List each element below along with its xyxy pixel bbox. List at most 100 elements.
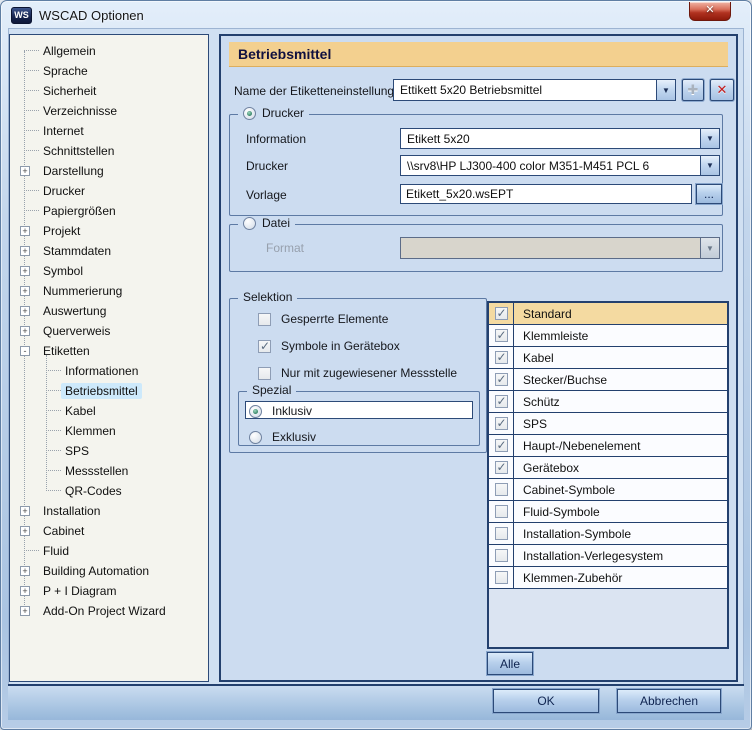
tree-expand-icon[interactable]: + <box>20 326 30 336</box>
add-setting-button[interactable]: ✚ <box>682 79 704 101</box>
spezial-radio-row[interactable]: Inklusiv <box>249 404 367 418</box>
tree-item[interactable]: + Cabinet <box>10 521 208 541</box>
row-checkbox[interactable] <box>494 438 508 452</box>
titlebar[interactable]: WS WSCAD Optionen <box>1 1 751 29</box>
cancel-button[interactable]: Abbrechen <box>617 689 721 713</box>
tree-expand-icon[interactable] <box>42 426 61 436</box>
tree-item[interactable]: Messstellen <box>10 461 208 481</box>
tree-item[interactable]: + Building Automation <box>10 561 208 581</box>
chevron-down-icon[interactable]: ▼ <box>700 129 719 148</box>
tree-item[interactable]: Papiergrößen <box>10 201 208 221</box>
checkbox[interactable] <box>258 312 271 326</box>
chevron-down-icon[interactable]: ▼ <box>656 80 675 100</box>
tree-item[interactable]: + Symbol <box>10 261 208 281</box>
list-item[interactable]: Klemmen-Zubehör <box>489 567 727 589</box>
tree-expand-icon[interactable]: + <box>20 306 30 316</box>
row-checkbox[interactable] <box>494 505 508 518</box>
radio-button[interactable] <box>249 430 262 444</box>
tree-expand-icon[interactable] <box>42 366 61 376</box>
tree-item[interactable]: Verzeichnisse <box>10 101 208 121</box>
tree-item[interactable]: Informationen <box>10 361 208 381</box>
list-item[interactable]: Haupt-/Nebenelement <box>489 435 727 457</box>
row-checkbox[interactable] <box>494 460 508 474</box>
tree-item[interactable]: QR-Codes <box>10 481 208 501</box>
tree-expand-icon[interactable] <box>42 386 61 396</box>
close-button[interactable]: ✕ <box>689 2 731 21</box>
row-checkbox[interactable] <box>494 306 508 320</box>
tree-item[interactable]: Fluid <box>10 541 208 561</box>
checkbox[interactable] <box>258 339 271 353</box>
tree-item[interactable]: Klemmen <box>10 421 208 441</box>
list-item[interactable]: Stecker/Buchse <box>489 369 727 391</box>
list-item[interactable]: Fluid-Symbole <box>489 501 727 523</box>
tree-expand-icon[interactable]: + <box>20 566 30 576</box>
tree-expand-icon[interactable] <box>20 546 39 556</box>
list-item[interactable]: Installation-Symbole <box>489 523 727 545</box>
row-checkbox[interactable] <box>494 350 508 364</box>
tree-expand-icon[interactable]: + <box>20 266 30 276</box>
chevron-down-icon[interactable]: ▼ <box>700 156 719 175</box>
list-item[interactable]: Klemmleiste <box>489 325 727 347</box>
label-setting-combobox[interactable]: Ettikett 5x20 Betriebsmittel ▼ <box>393 79 676 101</box>
radio-button[interactable] <box>249 404 262 418</box>
tree-expand-icon[interactable] <box>42 466 61 476</box>
tree-expand-icon[interactable] <box>20 86 39 96</box>
row-checkbox[interactable] <box>494 328 508 342</box>
tree-expand-icon[interactable] <box>42 486 61 496</box>
information-combobox[interactable]: Etikett 5x20 ▼ <box>400 128 720 149</box>
tree-expand-icon[interactable] <box>20 186 39 196</box>
list-item[interactable]: SPS <box>489 413 727 435</box>
ok-button[interactable]: OK <box>493 689 599 713</box>
row-checkbox[interactable] <box>494 527 508 540</box>
tree-item[interactable]: Internet <box>10 121 208 141</box>
selektion-checkbox-row[interactable]: Symbole in Gerätebox <box>258 339 500 353</box>
printer-combobox[interactable]: \\srv8\HP LJ300-400 color M351-M451 PCL … <box>400 155 720 176</box>
list-item[interactable]: Schütz <box>489 391 727 413</box>
tree-item[interactable]: + Installation <box>10 501 208 521</box>
tree-item[interactable]: + Auswertung <box>10 301 208 321</box>
selektion-checkbox-row[interactable]: Gesperrte Elemente <box>258 312 500 326</box>
alle-button[interactable]: Alle <box>487 652 533 675</box>
tree-expand-icon[interactable]: + <box>20 606 30 616</box>
tree-item[interactable]: Sprache <box>10 61 208 81</box>
delete-setting-button[interactable]: ✕ <box>710 79 734 101</box>
checkbox[interactable] <box>258 366 271 380</box>
tree-item[interactable]: Kabel <box>10 401 208 421</box>
tree-item[interactable]: + Add-On Project Wizard <box>10 601 208 621</box>
datei-radio[interactable] <box>243 216 256 230</box>
tree-item[interactable]: - Etiketten <box>10 341 208 361</box>
list-item[interactable]: Installation-Verlegesystem <box>489 545 727 567</box>
tree-expand-icon[interactable]: + <box>20 586 30 596</box>
tree-expand-icon[interactable] <box>20 206 39 216</box>
tree-item[interactable]: + P + I Diagram <box>10 581 208 601</box>
tree-expand-icon[interactable]: - <box>20 346 30 356</box>
tree-expand-icon[interactable]: + <box>20 166 30 176</box>
tree-expand-icon[interactable] <box>42 446 61 456</box>
tree-item[interactable]: Drucker <box>10 181 208 201</box>
tree-expand-icon[interactable] <box>20 146 39 156</box>
row-checkbox[interactable] <box>494 571 508 584</box>
list-item[interactable]: Kabel <box>489 347 727 369</box>
tree-expand-icon[interactable] <box>20 106 39 116</box>
template-input[interactable] <box>400 184 692 204</box>
tree-expand-icon[interactable]: + <box>20 286 30 296</box>
tree-expand-icon[interactable] <box>20 46 39 56</box>
tree-expand-icon[interactable] <box>20 66 39 76</box>
tree-expand-icon[interactable]: + <box>20 226 30 236</box>
tree-item[interactable]: Allgemein <box>10 41 208 61</box>
tree-item[interactable]: + Darstellung <box>10 161 208 181</box>
row-checkbox[interactable] <box>494 483 508 496</box>
tree-expand-icon[interactable] <box>42 406 61 416</box>
tree-expand-icon[interactable]: + <box>20 526 30 536</box>
tree-item[interactable]: Schnittstellen <box>10 141 208 161</box>
tree-expand-icon[interactable]: + <box>20 506 30 516</box>
tree-item[interactable]: Sicherheit <box>10 81 208 101</box>
options-tree[interactable]: Allgemein Sprache Sicherheit Verzeichnis… <box>9 34 209 682</box>
tree-item[interactable]: + Projekt <box>10 221 208 241</box>
selektion-checkbox-row[interactable]: Nur mit zugewiesener Messstelle <box>258 366 500 380</box>
tree-item[interactable]: Betriebsmittel <box>10 381 208 401</box>
list-item[interactable]: Standard <box>489 303 727 325</box>
browse-button[interactable]: ... <box>696 184 722 204</box>
row-checkbox[interactable] <box>494 394 508 408</box>
tree-item[interactable]: + Querverweis <box>10 321 208 341</box>
